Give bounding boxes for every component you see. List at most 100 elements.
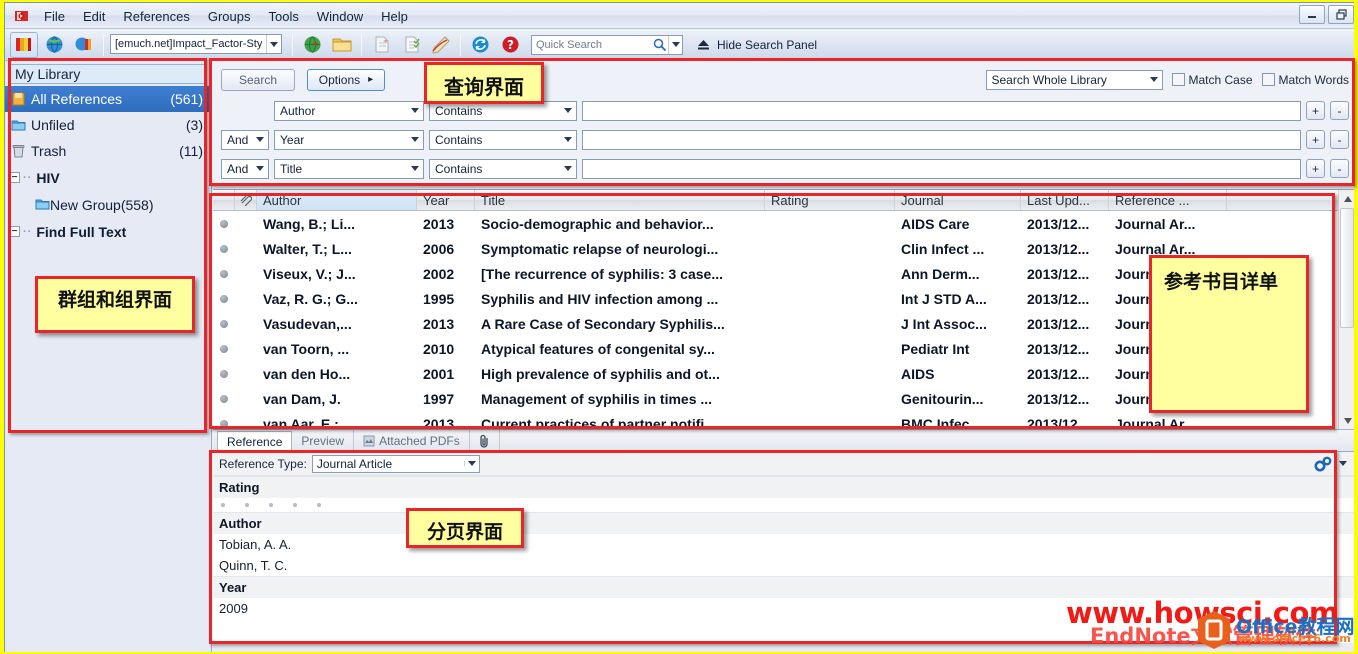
chevron-down-icon[interactable] [560,131,576,149]
online-search-icon[interactable] [40,32,68,58]
open-folder-icon[interactable] [328,32,356,58]
operator-combo-3[interactable]: Contains [429,158,577,179]
col-last-updated[interactable]: Last Upd... [1021,190,1109,210]
menu-window[interactable]: Window [308,6,372,27]
restore-button[interactable] [1328,5,1354,24]
operator-combo-2[interactable]: Contains [429,129,577,150]
tab-attached-pdfs[interactable]: Attached PDFs [354,430,470,451]
search-term-input-1[interactable] [582,100,1301,121]
open-library-icon[interactable] [10,31,38,58]
checklist-icon[interactable] [397,32,425,58]
remove-criteria-button-3[interactable]: - [1330,159,1349,178]
minimize-button[interactable] [1299,5,1325,24]
search-term-input-3[interactable] [582,158,1301,179]
sidebar-item-all-references[interactable]: All References (561) [5,86,211,112]
menu-help[interactable]: Help [372,6,417,27]
rating-stars[interactable] [213,498,1354,512]
group-header-find-full-text[interactable]: − ·· Find Full Text [5,218,211,245]
scrollbar-thumb[interactable] [1340,208,1354,328]
col-rating[interactable]: Rating [765,190,895,210]
col-title[interactable]: Title [475,190,765,210]
sidebar-item-new-group[interactable]: New Group (558) [5,191,211,218]
chevron-down-icon[interactable] [252,131,268,149]
options-button[interactable]: Options ▸ [307,68,385,91]
hide-search-panel-button[interactable]: Hide Search Panel [697,38,817,52]
scroll-up-icon[interactable] [1339,190,1354,207]
chevron-down-icon[interactable] [560,102,576,120]
reference-list-scrollbar[interactable] [1338,190,1354,429]
rating-dot-3[interactable] [269,503,273,507]
detail-settings[interactable] [1313,456,1354,472]
search-icon[interactable] [650,38,668,51]
sync-icon[interactable] [466,32,494,58]
remove-criteria-button-2[interactable]: - [1330,130,1349,149]
chevron-down-icon[interactable] [1146,71,1162,89]
rating-dot-2[interactable] [245,503,249,507]
sidebar-item-unfiled[interactable]: Unfiled (3) [5,112,211,138]
search-button[interactable]: Search [221,68,295,91]
remove-criteria-button-1[interactable]: - [1330,101,1349,120]
group-header-hiv[interactable]: − ·· HIV [5,164,211,191]
annotation-paging-panel: 分页界面 [406,508,524,548]
sync-library-icon[interactable] [70,32,98,58]
menu-tools[interactable]: Tools [259,6,307,27]
field-value-author-2[interactable]: Quinn, T. C. [213,555,1354,576]
boolean-combo-3[interactable]: And [221,158,269,179]
tab-reference[interactable]: Reference [217,431,293,452]
match-case-checkbox[interactable]: Match Case [1171,73,1253,87]
add-criteria-button-3[interactable]: + [1306,159,1325,178]
menu-references[interactable]: References [114,6,198,27]
collapse-toggle-find-full-text[interactable]: − [9,226,20,237]
chevron-down-icon[interactable] [560,160,576,178]
chevron-down-icon[interactable] [463,461,479,466]
output-style-combo[interactable]: [emuch.net]Impact_Factor-Sty [110,34,282,54]
toolbar-separator-2 [292,33,293,56]
find-full-text-icon[interactable] [298,32,326,58]
rating-dot-1[interactable] [221,503,225,507]
chevron-down-icon[interactable] [407,102,423,120]
search-term-input-2[interactable] [582,129,1301,150]
tab-paperclip[interactable] [470,430,500,451]
cell-journal: J Int Assoc... [901,315,987,332]
chevron-down-icon[interactable] [266,35,281,53]
chevron-down-icon[interactable] [252,160,268,178]
field-value-author-1[interactable]: Tobian, A. A. [213,534,1354,555]
field-combo-2[interactable]: Year [274,129,424,150]
add-criteria-button-1[interactable]: + [1306,101,1325,120]
menu-edit[interactable]: Edit [74,6,114,27]
field-combo-3[interactable]: Title [274,158,424,179]
menu-groups[interactable]: Groups [199,6,260,27]
quick-search-input[interactable]: Quick Search [531,34,683,55]
col-journal[interactable]: Journal [895,190,1021,210]
cell-journal: Genitourin... [901,390,984,407]
chevron-down-icon[interactable] [407,131,423,149]
help-icon[interactable]: ? [496,32,524,58]
reference-type-combo[interactable]: Journal Article [311,454,480,473]
col-paperclip[interactable] [235,190,257,210]
collapse-toggle-hiv[interactable]: − [9,172,20,183]
cell-title: Management of syphilis in times ... [481,390,713,407]
quick-search-dropdown-icon[interactable] [668,35,682,54]
sidebar-item-trash[interactable]: Trash (11) [5,138,211,164]
col-year[interactable]: Year [417,190,475,210]
search-scope-combo[interactable]: Search Whole Library [985,69,1163,90]
col-reference-type[interactable]: Reference ... [1109,190,1227,210]
col-author[interactable]: Author [257,190,417,210]
col-attachment[interactable] [213,190,235,210]
cite-while-you-write-icon[interactable] [427,32,455,58]
match-words-checkbox[interactable]: Match Words [1261,73,1349,87]
my-library-header[interactable]: My Library [9,64,207,84]
add-criteria-button-2[interactable]: + [1306,130,1325,149]
cell-last-updated: 2013/12... [1027,240,1090,257]
rating-dot-4[interactable] [293,503,297,507]
format-paper-icon[interactable] [367,32,395,58]
scroll-down-icon[interactable] [1339,412,1354,429]
rating-dot-5[interactable] [317,503,321,507]
menu-file[interactable]: File [35,6,74,27]
chevron-down-icon[interactable] [407,160,423,178]
field-combo-1[interactable]: Author [274,100,424,121]
boolean-combo-2[interactable]: And [221,129,269,150]
tab-preview[interactable]: Preview [292,430,355,451]
table-row[interactable]: Wang, B.; Li... 2013 Socio-demographic and… [213,211,1354,236]
cell-year: 2001 [423,365,455,382]
